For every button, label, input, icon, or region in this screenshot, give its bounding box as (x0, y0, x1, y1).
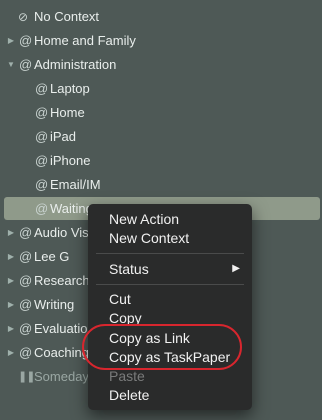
context-row-iphone[interactable]: @ iPhone (4, 149, 320, 172)
menu-separator (96, 253, 244, 254)
context-row-email-im[interactable]: @ Email/IM (4, 173, 320, 196)
context-at-icon: @ (19, 225, 33, 240)
context-at-icon: @ (35, 129, 49, 144)
context-at-icon: @ (19, 57, 33, 72)
context-at-icon: @ (19, 273, 33, 288)
context-label: Home and Family (34, 33, 136, 48)
context-label: Email/IM (50, 177, 101, 192)
new-context-menu-item[interactable]: New Context (109, 228, 189, 248)
cut-menu-item[interactable]: Cut (109, 289, 131, 309)
context-label: Lee G (34, 249, 70, 264)
context-row-home-and-family[interactable]: ▶ @ Home and Family (4, 29, 320, 52)
context-at-icon: @ (35, 177, 49, 192)
delete-menu-item[interactable]: Delete (109, 385, 149, 405)
context-at-icon: @ (19, 33, 33, 48)
disclosure-triangle-icon[interactable]: ▶ (6, 36, 16, 45)
context-menu: New Action New Context Status ▶ Cut Copy… (88, 204, 252, 410)
context-label: Someday (34, 369, 89, 384)
context-at-icon: @ (19, 321, 33, 336)
context-at-icon: @ (19, 345, 33, 360)
context-row-administration[interactable]: ▼ @ Administration (4, 53, 320, 76)
context-row-ipad[interactable]: @ iPad (4, 125, 320, 148)
context-label: Administration (34, 57, 117, 72)
status-menu-item[interactable]: Status ▶ (109, 259, 252, 279)
context-at-icon: @ (19, 297, 33, 312)
context-at-icon: @ (35, 105, 49, 120)
submenu-arrow-icon: ▶ (232, 263, 240, 274)
context-label: Coaching (34, 345, 89, 360)
context-label: No Context (34, 9, 100, 24)
status-menu-label: Status (109, 261, 149, 277)
context-row-home[interactable]: @ Home (4, 101, 320, 124)
context-at-icon: @ (19, 249, 33, 264)
context-label: Home (50, 105, 85, 120)
disclosure-triangle-icon[interactable]: ▶ (6, 252, 16, 261)
context-label: Audio Vis (34, 225, 89, 240)
context-at-icon: @ (35, 153, 49, 168)
copy-as-taskpaper-menu-item[interactable]: Copy as TaskPaper (109, 347, 230, 367)
context-label: Writing (34, 297, 75, 312)
disclosure-triangle-icon[interactable]: ▶ (6, 228, 16, 237)
disclosure-triangle-icon[interactable]: ▶ (6, 300, 16, 309)
context-label: Laptop (50, 81, 90, 96)
disclosure-triangle-icon[interactable]: ▶ (6, 276, 16, 285)
context-at-icon: @ (35, 201, 49, 216)
context-label: iPad (50, 129, 77, 144)
disclosure-triangle-icon[interactable]: ▶ (6, 348, 16, 357)
new-action-menu-item[interactable]: New Action (109, 209, 179, 229)
copy-as-link-menu-item[interactable]: Copy as Link (109, 328, 190, 348)
context-label: iPhone (50, 153, 91, 168)
context-label: Research (34, 273, 90, 288)
paused-icon: ❚❚ (18, 371, 35, 383)
disclosure-triangle-icon[interactable]: ▶ (6, 324, 16, 333)
context-at-icon: @ (35, 81, 49, 96)
no-context-icon: ⊘ (18, 9, 29, 24)
context-label: Evaluation (34, 321, 95, 336)
disclosure-triangle-expanded-icon[interactable]: ▼ (6, 60, 16, 69)
menu-separator (96, 284, 244, 285)
context-row-no-context[interactable]: ⊘ No Context (4, 5, 320, 28)
copy-menu-item[interactable]: Copy (109, 308, 142, 328)
context-row-laptop[interactable]: @ Laptop (4, 77, 320, 100)
paste-menu-item: Paste (109, 368, 145, 384)
